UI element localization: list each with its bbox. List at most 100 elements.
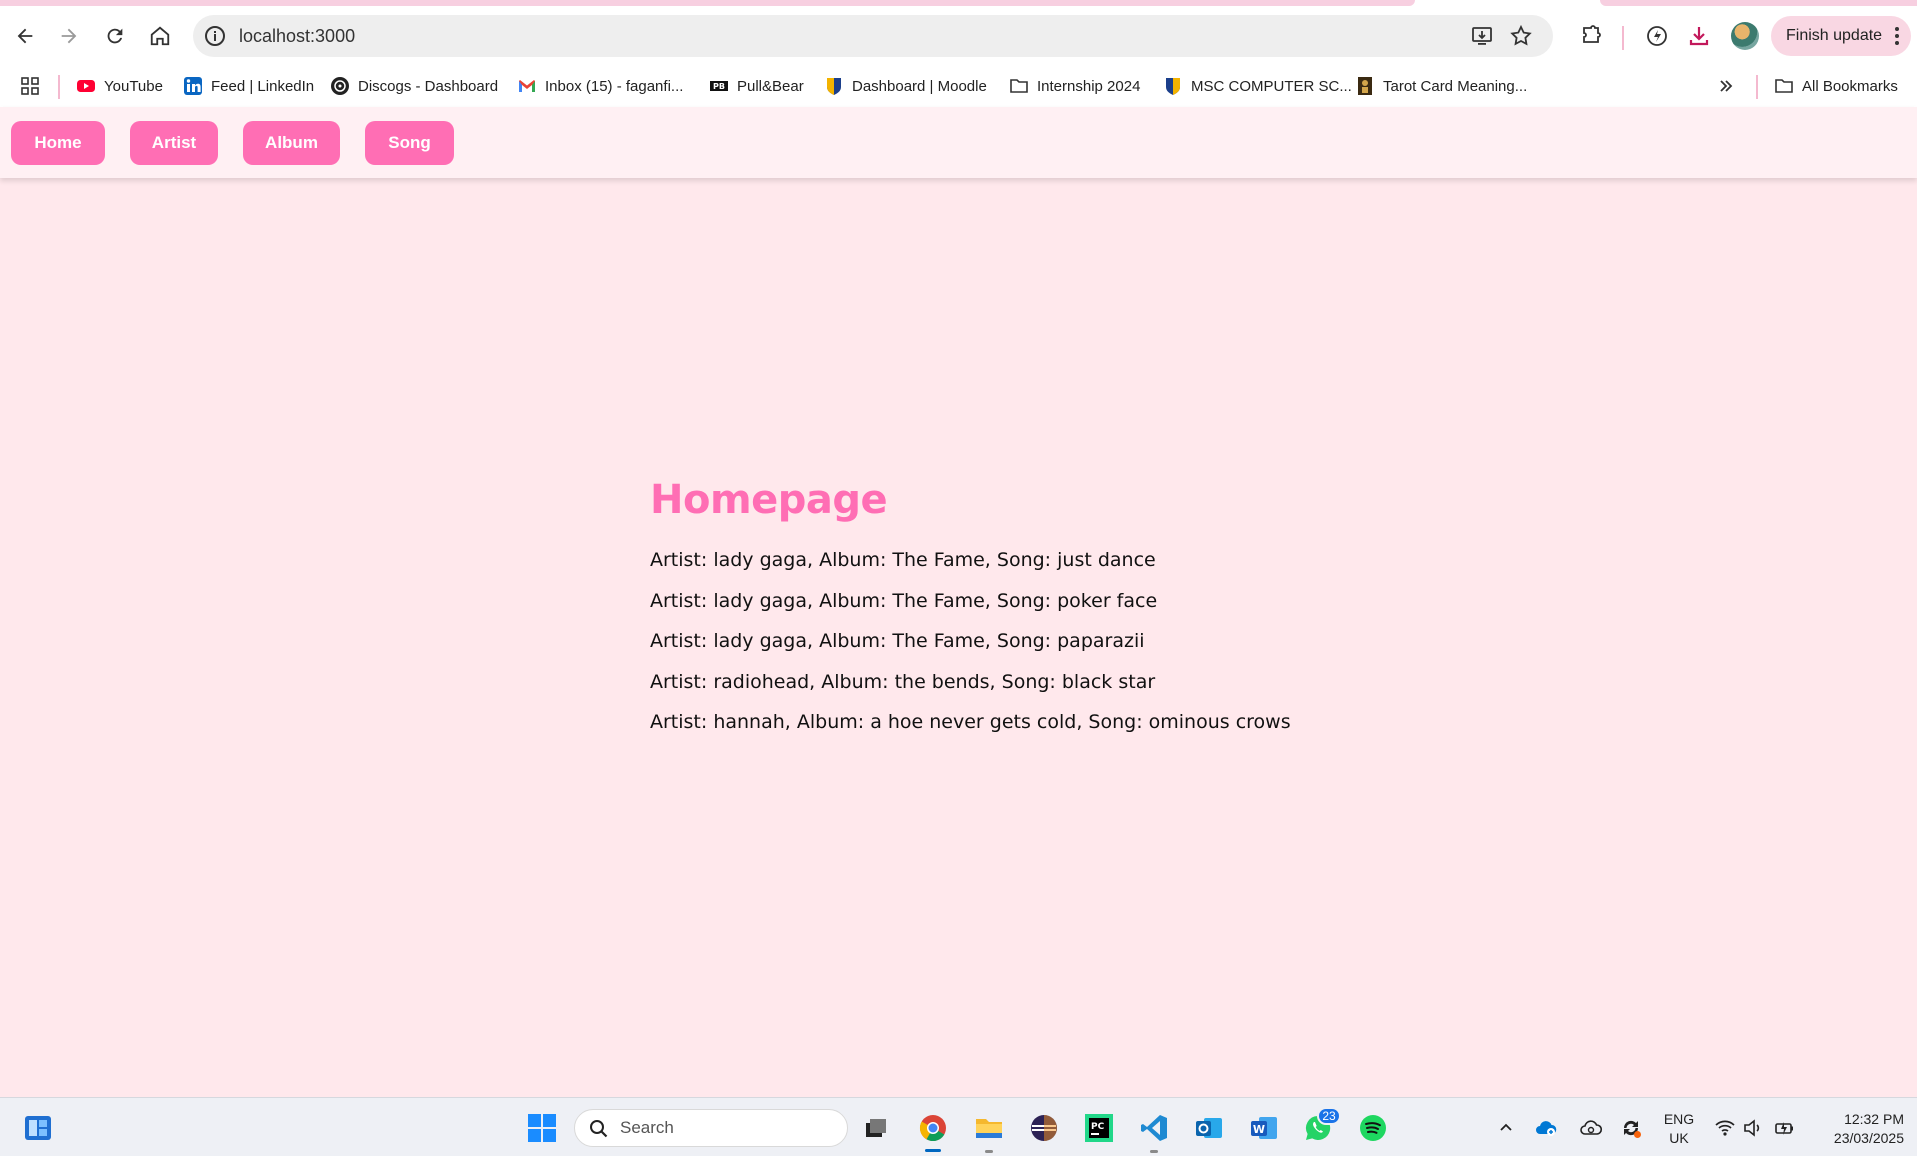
nav-album-button[interactable]: Album (243, 121, 340, 165)
profile-avatar[interactable] (1731, 22, 1759, 50)
windows-logo-icon (528, 1114, 556, 1142)
all-bookmarks-button[interactable]: All Bookmarks (1774, 73, 1898, 99)
search-placeholder: Search (620, 1118, 674, 1137)
gmail-icon (519, 80, 535, 92)
onedrive-sync-button[interactable] (1532, 1110, 1560, 1146)
taskbar-search[interactable]: Search (574, 1109, 848, 1147)
keyboard-region: UK (1669, 1130, 1689, 1146)
install-app-icon[interactable] (1470, 24, 1494, 48)
windows-taskbar: Search PC W 23 ENG UK 12:32 PM 23/03/202… (0, 1097, 1917, 1156)
arrow-left-icon (17, 28, 33, 44)
url-text[interactable]: localhost:3000 (239, 26, 355, 47)
pycharm-icon: PC (1085, 1114, 1113, 1142)
clock-time: 12:32 PM (1844, 1111, 1904, 1127)
site-info-icon[interactable] (203, 24, 227, 48)
forward-button[interactable] (52, 19, 86, 53)
finish-update-button[interactable]: Finish update (1771, 16, 1911, 56)
onedrive-icon (1536, 1121, 1557, 1136)
back-button[interactable] (8, 19, 42, 53)
bookmarks-bar: YouTube Feed | LinkedIn Discogs - Dashbo… (0, 65, 1917, 107)
bookmark-gmail[interactable]: Inbox (15) - faganfi... (517, 73, 683, 99)
bookmark-label: Feed | LinkedIn (211, 77, 315, 95)
show-hidden-icons-button[interactable] (1493, 1110, 1519, 1146)
speedometer-icon (1647, 26, 1667, 46)
active-app-indicator (925, 1149, 941, 1152)
performance-button[interactable] (1643, 22, 1671, 50)
bookmark-linkedin[interactable]: Feed | LinkedIn (183, 73, 314, 99)
taskbar-outlook[interactable] (1191, 1110, 1227, 1146)
nav-artist-button[interactable]: Artist (130, 121, 218, 165)
language-indicator[interactable]: ENG UK (1657, 1110, 1701, 1148)
bookmark-label: YouTube (104, 77, 163, 95)
more-menu-icon (1895, 27, 1899, 45)
bookmark-tarot[interactable]: Tarot Card Meaning... (1355, 73, 1527, 99)
bookmark-msc[interactable]: MSC COMPUTER SC... (1163, 73, 1352, 99)
bookmark-label: Inbox (15) - faganfi... (545, 77, 684, 95)
taskbar-pycharm[interactable]: PC (1081, 1110, 1117, 1146)
bookmark-star-icon[interactable] (1509, 24, 1533, 48)
bookmark-label: Tarot Card Meaning... (1383, 77, 1528, 95)
taskbar-word[interactable]: W (1246, 1110, 1282, 1146)
apps-button[interactable] (20, 73, 40, 99)
bookmark-label: Discogs - Dashboard (358, 77, 499, 95)
taskbar-eclipse[interactable] (1026, 1110, 1062, 1146)
bookmark-pullbear[interactable]: PB Pull&Bear (709, 73, 804, 99)
folder-icon (976, 1119, 1002, 1138)
taskbar-spotify[interactable] (1355, 1110, 1391, 1146)
browser-toolbar: localhost:3000 Finish update (0, 7, 1917, 65)
all-bookmarks-label: All Bookmarks (1802, 77, 1898, 95)
song-entry: Artist: lady gaga, Album: The Fame, Song… (650, 549, 1156, 571)
taskbar-file-explorer[interactable] (971, 1110, 1007, 1146)
search-icon (590, 1120, 608, 1138)
home-button[interactable] (143, 19, 177, 53)
main-content: Homepage Artist: lady gaga, Album: The F… (650, 472, 1450, 749)
toolbar-separator (1622, 26, 1624, 50)
clock[interactable]: 12:32 PM 23/03/2025 (1810, 1110, 1904, 1148)
song-entry: Artist: radiohead, Album: the bends, Son… (650, 670, 1156, 693)
downloads-button[interactable] (1685, 22, 1713, 50)
widgets-icon (25, 1116, 51, 1140)
song-list: Artist: lady gaga, Album: The Fame, Song… (650, 546, 1450, 749)
bookmark-internship-folder[interactable]: Internship 2024 (1009, 73, 1140, 99)
outlook-icon (1196, 1118, 1222, 1138)
more-bookmarks-button[interactable] (1716, 73, 1736, 99)
start-button[interactable] (524, 1110, 560, 1146)
address-bar[interactable]: localhost:3000 (193, 15, 1553, 57)
home-icon (150, 26, 170, 46)
taskbar-chrome[interactable] (915, 1110, 951, 1146)
chevron-up-icon (1500, 1123, 1512, 1131)
reload-button[interactable] (98, 19, 132, 53)
chevron-double-right-icon (1720, 80, 1733, 92)
wifi-icon (1715, 1120, 1735, 1136)
linkedin-icon (184, 77, 202, 95)
nav-home-button[interactable]: Home (11, 121, 105, 165)
notification-badge: 23 (1317, 1107, 1341, 1125)
cloud-status-button[interactable] (1577, 1110, 1605, 1146)
tarot-icon (1358, 77, 1372, 95)
task-view-button[interactable] (858, 1110, 894, 1146)
song-entry: Artist: lady gaga, Album: The Fame, Song… (650, 630, 1145, 653)
widgets-button[interactable] (20, 1110, 56, 1146)
battery-button[interactable] (1772, 1110, 1798, 1146)
bookmark-discogs[interactable]: Discogs - Dashboard (330, 73, 498, 99)
extensions-button[interactable] (1578, 22, 1606, 50)
network-button[interactable] (1712, 1110, 1738, 1146)
folder-icon (1010, 79, 1028, 93)
update-status-button[interactable] (1617, 1110, 1645, 1146)
tab-edge (1600, 0, 1917, 6)
bookmark-moodle[interactable]: Dashboard | Moodle (824, 73, 987, 99)
page-title: Homepage (650, 477, 888, 523)
chrome-icon (919, 1115, 946, 1142)
word-icon: W (1251, 1117, 1277, 1139)
bookmark-label: MSC COMPUTER SC... (1191, 77, 1352, 95)
nav-song-button[interactable]: Song (365, 121, 454, 165)
spotify-icon (1360, 1115, 1386, 1141)
volume-button[interactable] (1740, 1110, 1766, 1146)
folder-icon (1775, 79, 1793, 93)
taskbar-vscode[interactable] (1136, 1110, 1172, 1146)
language-code: ENG (1663, 1111, 1695, 1127)
bookmark-label: Internship 2024 (1037, 77, 1141, 95)
clock-date: 23/03/2025 (1833, 1130, 1904, 1146)
svg-text:PC: PC (1091, 1122, 1105, 1132)
bookmark-youtube[interactable]: YouTube (76, 73, 163, 99)
